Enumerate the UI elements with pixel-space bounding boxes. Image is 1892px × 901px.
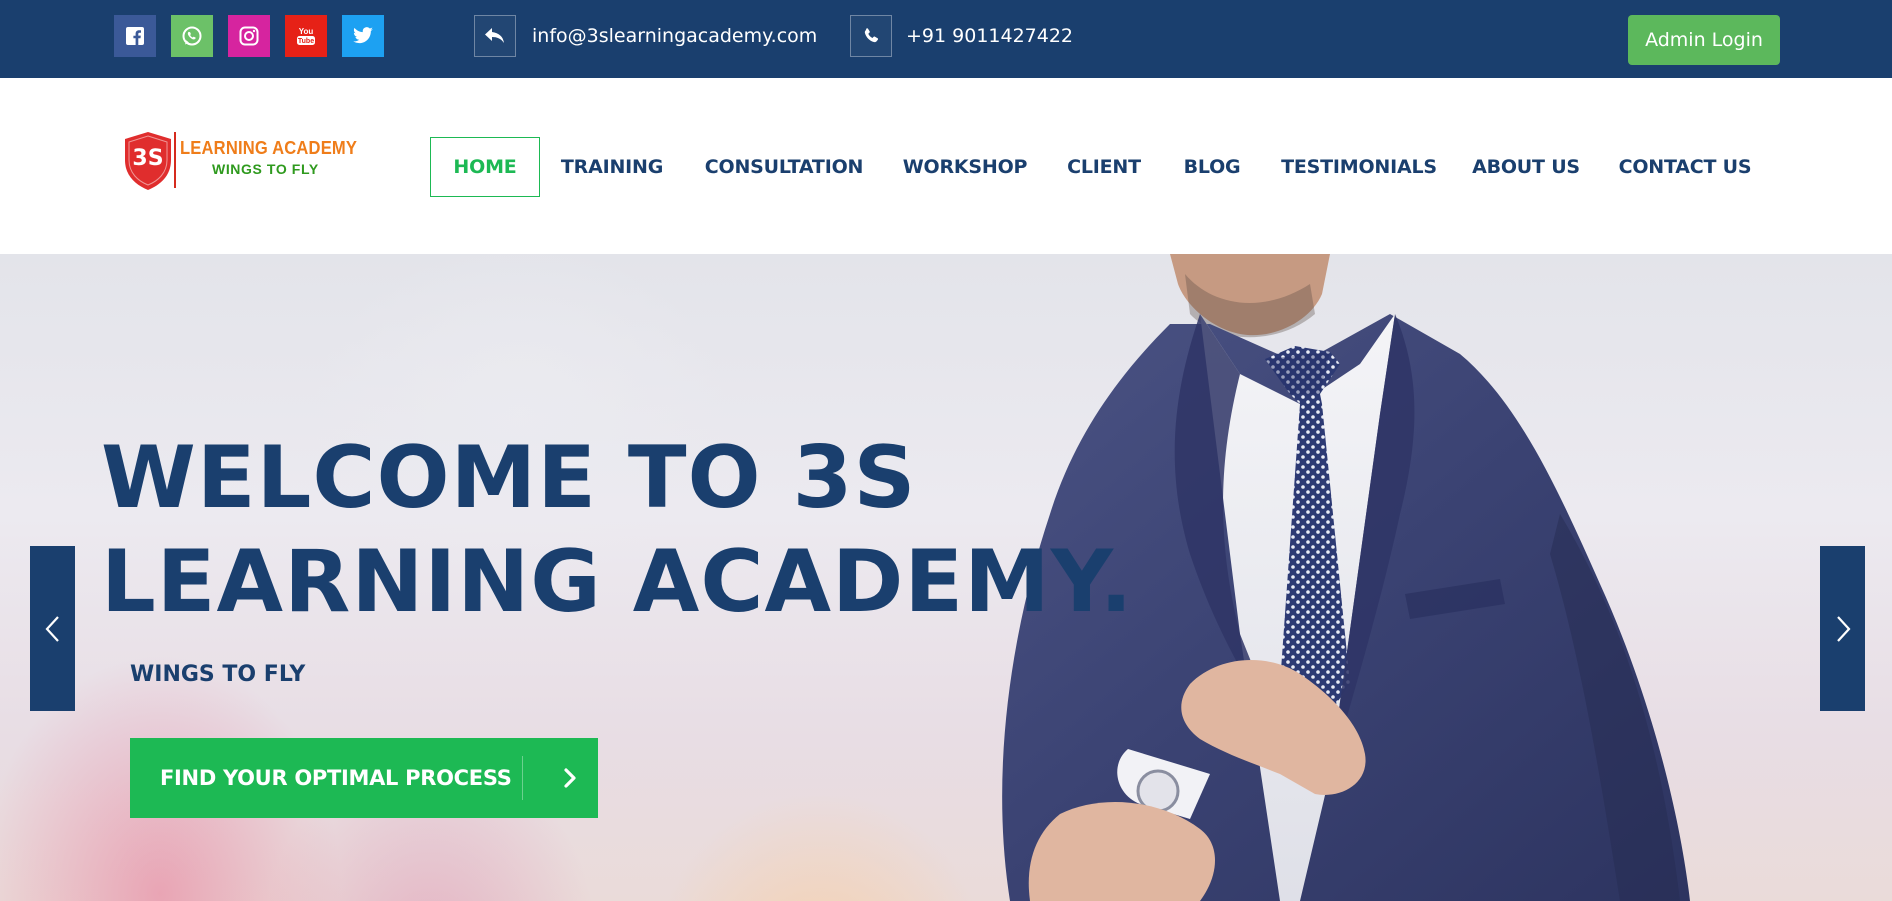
instagram-icon[interactable] (228, 15, 270, 57)
whatsapp-icon[interactable] (171, 15, 213, 57)
hero-subtitle: WINGS TO FLY (130, 662, 306, 687)
hero-title: WELCOME TO 3S LEARNING ACADEMY. (101, 426, 1133, 634)
cta-divider (522, 756, 523, 800)
logo-badge: 3S (132, 146, 164, 171)
logo-divider (174, 132, 176, 188)
nav-consultation[interactable]: CONSULTATION (700, 137, 868, 197)
svg-text:Tube: Tube (298, 38, 314, 45)
reply-icon (474, 15, 516, 57)
email-link[interactable]: info@3slearningacademy.com (532, 24, 817, 48)
site-logo[interactable]: 3S LEARNING ACADEMY WINGS TO FLY (122, 130, 372, 192)
chevron-right-icon (550, 738, 590, 818)
logo-title: LEARNING ACADEMY (180, 138, 358, 158)
nav-about-us[interactable]: ABOUT US (1472, 137, 1580, 197)
nav-training[interactable]: TRAINING (556, 137, 668, 197)
svg-text:You: You (299, 27, 314, 36)
site-header: 3S LEARNING ACADEMY WINGS TO FLY HOME TR… (0, 78, 1892, 261)
chevron-right-icon (1836, 615, 1850, 642)
youtube-icon[interactable]: You Tube (285, 15, 327, 57)
slider-next-button[interactable] (1820, 546, 1865, 711)
phone-link[interactable]: +91 9011427422 (906, 24, 1073, 48)
logo-text: LEARNING ACADEMY WINGS TO FLY (180, 138, 373, 177)
nav-client[interactable]: CLIENT (1062, 137, 1146, 197)
find-optimal-process-button[interactable]: FIND YOUR OPTIMAL PROCESS (130, 738, 598, 818)
facebook-icon[interactable] (114, 15, 156, 57)
phone-icon (850, 15, 892, 57)
admin-login-button[interactable]: Admin Login (1628, 15, 1780, 65)
nav-blog[interactable]: BLOG (1178, 137, 1246, 197)
hero-title-line1: WELCOME TO 3S (101, 428, 917, 528)
cta-label: FIND YOUR OPTIMAL PROCESS (160, 766, 512, 790)
nav-testimonials[interactable]: TESTIMONIALS (1278, 137, 1440, 197)
nav-workshop[interactable]: WORKSHOP (900, 137, 1030, 197)
nav-contact-us[interactable]: CONTACT US (1612, 137, 1758, 197)
logo-tagline: WINGS TO FLY (212, 161, 319, 177)
hero-slider: WELCOME TO 3S LEARNING ACADEMY. WINGS TO… (0, 254, 1892, 901)
hero-title-line2: LEARNING ACADEMY. (101, 532, 1134, 632)
top-bar: You Tube info@3slearningacademy.com +91 9… (0, 0, 1892, 78)
twitter-icon[interactable] (342, 15, 384, 57)
nav-home[interactable]: HOME (430, 137, 540, 197)
chevron-left-icon (45, 615, 59, 642)
slider-prev-button[interactable] (30, 546, 75, 711)
